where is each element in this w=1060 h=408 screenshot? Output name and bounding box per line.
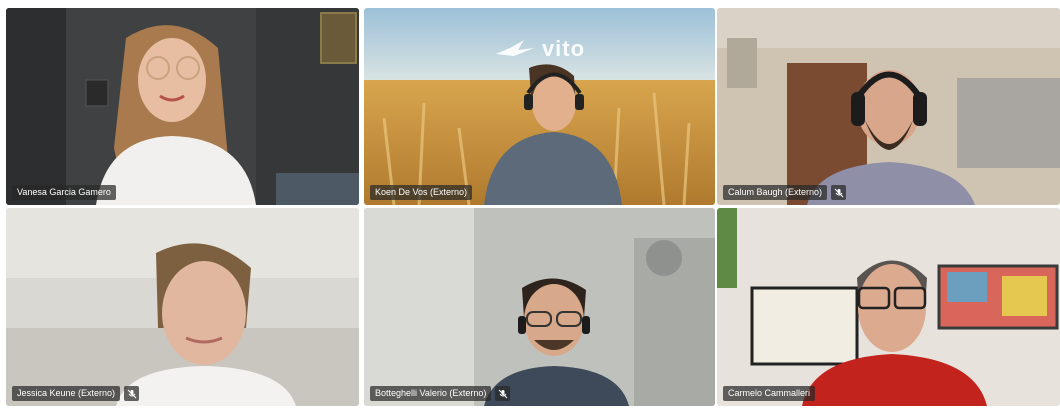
- name-tag: Calum Baugh (Externo): [723, 185, 847, 200]
- name-tag: Carmelo Cammalleri: [723, 386, 816, 401]
- vito-bird-logo: [495, 40, 534, 56]
- vito-logo: vito: [364, 36, 715, 62]
- participant-tile-vanesa[interactable]: Vanesa Garcia Gamero: [6, 8, 359, 205]
- participant-video: [6, 8, 359, 205]
- participant-tile-jessica[interactable]: Jessica Keune (Externo): [6, 208, 359, 406]
- participant-name: Vanesa Garcia Gamero: [12, 185, 116, 200]
- muted-microphone-icon: [124, 386, 140, 401]
- participant-video: [6, 208, 359, 406]
- name-tag: Koen De Vos (Externo): [370, 185, 473, 200]
- participant-tile-koen[interactable]: vito Koen De Vos (Externo): [364, 8, 715, 205]
- name-tag: Jessica Keune (Externo): [12, 386, 140, 401]
- participant-name: Carmelo Cammalleri: [723, 386, 816, 401]
- participant-name: Jessica Keune (Externo): [12, 386, 121, 401]
- video-grid: Vanesa Garcia Gamero vito Koen De Vos (E…: [0, 0, 1060, 408]
- participant-tile-carmelo[interactable]: Carmelo Cammalleri: [717, 208, 1060, 406]
- participant-name: Koen De Vos (Externo): [370, 185, 473, 200]
- name-tag: Botteghelli Valerio (Externo): [370, 386, 511, 401]
- muted-microphone-icon: [831, 185, 847, 200]
- participant-video: [364, 208, 715, 406]
- name-tag: Vanesa Garcia Gamero: [12, 185, 116, 200]
- participant-name: Botteghelli Valerio (Externo): [370, 386, 492, 401]
- participant-name: Calum Baugh (Externo): [723, 185, 828, 200]
- participant-video: [717, 208, 1060, 406]
- muted-microphone-icon: [495, 386, 511, 401]
- participant-tile-calum[interactable]: Calum Baugh (Externo): [717, 8, 1060, 205]
- participant-video: [717, 8, 1060, 205]
- participant-tile-valerio[interactable]: Botteghelli Valerio (Externo): [364, 208, 715, 406]
